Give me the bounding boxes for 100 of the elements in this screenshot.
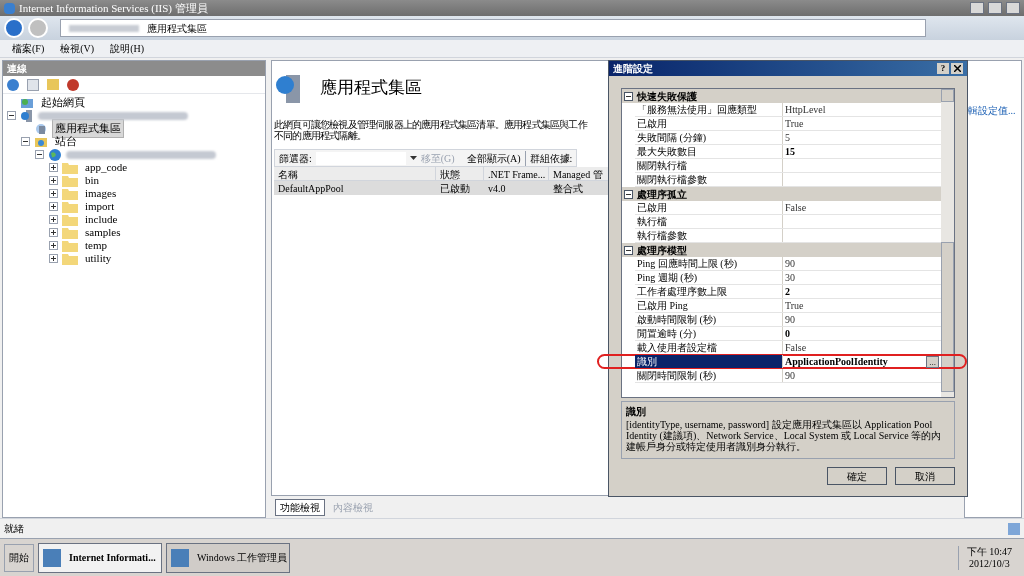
expander-icon[interactable]	[21, 137, 30, 146]
property-value[interactable]: False	[783, 202, 809, 213]
property-value[interactable]: True	[783, 300, 806, 311]
property-value[interactable]: ApplicationPoolIdentity	[783, 356, 890, 367]
status-text: 就緒	[4, 522, 24, 536]
collapse-icon[interactable]	[624, 189, 633, 199]
expander-icon[interactable]	[49, 228, 58, 237]
group-by-label: 群組依據:	[524, 150, 573, 166]
filter-field[interactable]	[315, 151, 406, 165]
property-name[interactable]: 「服務無法使用」回應類型	[635, 103, 783, 116]
save-icon[interactable]	[27, 78, 39, 91]
expander-icon[interactable]	[7, 111, 16, 120]
property-value[interactable]: 0	[783, 328, 792, 339]
property-name[interactable]: 閒置逾時 (分)	[635, 327, 783, 340]
property-name[interactable]: 關閉執行檔	[635, 159, 783, 172]
folder-icon	[62, 226, 78, 239]
menu-item[interactable]: 檢視(V)	[60, 41, 95, 56]
description-text: [identityType, username, password] 設定應用程式集區以 Application Pool Identity (建議項)、Network Service、Local System 或 Local Service 等的內建帳戶身分或特定使用者識別身分執行。	[626, 419, 943, 452]
property-name[interactable]: 執行檔	[635, 215, 783, 228]
tree-item[interactable]: images	[82, 184, 120, 203]
dialog-button[interactable]: 確定	[827, 467, 887, 485]
scrollbar[interactable]	[941, 89, 954, 397]
description-title: 識別	[626, 405, 647, 419]
expander-icon[interactable]	[49, 254, 58, 263]
property-name[interactable]: 最大失敗數目	[635, 145, 783, 158]
close-icon[interactable]	[951, 63, 963, 74]
folder-icon	[62, 174, 78, 187]
back-button[interactable]	[4, 18, 24, 38]
maximize-button[interactable]	[988, 2, 1002, 14]
property-name[interactable]: 載入使用者設定檔	[635, 341, 783, 354]
clock-time: 下午 10:47	[966, 545, 1012, 558]
property-name[interactable]: 工作者處理序數上限	[635, 285, 783, 298]
taskbar-button[interactable]: Internet Informati...	[38, 542, 162, 573]
window-title: Internet Information Services (IIS) 管理員	[19, 0, 208, 16]
section-title: 快速失敗保護	[637, 89, 697, 104]
clock[interactable]: 下午 10:47 2012/10/3	[957, 545, 1020, 570]
table-cell-text: 整合式	[552, 182, 584, 195]
view-tab[interactable]: 功能檢視	[275, 498, 325, 516]
property-name[interactable]: 已啟用	[635, 117, 783, 130]
address-bar[interactable]: 應用程式集區	[60, 19, 926, 37]
folder-icon	[62, 187, 78, 200]
page-title: 應用程式集區	[320, 77, 422, 100]
property-value[interactable]: 90	[783, 314, 797, 325]
expander-icon[interactable]	[49, 163, 58, 172]
menu-item[interactable]: 說明(H)	[110, 41, 144, 56]
minimize-button[interactable]	[970, 2, 984, 14]
table-cell-text: DefaultAppPool	[277, 182, 345, 195]
property-name[interactable]: 失敗間隔 (分鐘)	[635, 131, 783, 144]
breadcrumb[interactable]: 應用程式集區	[147, 20, 207, 36]
property-value[interactable]: 90	[783, 370, 797, 381]
folder-icon	[62, 161, 78, 174]
property-name[interactable]: 關閉時間限制 (秒)	[635, 369, 783, 382]
expander-icon[interactable]	[49, 176, 58, 185]
expander-icon[interactable]	[49, 189, 58, 198]
tree-item[interactable]: samples	[82, 223, 124, 242]
dialog-button[interactable]: 取消	[895, 467, 955, 485]
dialog-title: 進階設定	[613, 62, 654, 76]
property-value[interactable]: 5	[783, 132, 792, 143]
folder-icon	[62, 239, 78, 252]
edit-settings-link[interactable]: 輯設定值...	[965, 105, 1016, 116]
expander-icon[interactable]	[49, 241, 58, 250]
menu-item[interactable]: 檔案(F)	[12, 41, 45, 56]
collapse-icon[interactable]	[624, 91, 633, 101]
property-value[interactable]: 15	[783, 146, 797, 157]
globe-icon	[48, 147, 62, 162]
folder-icon	[62, 252, 78, 265]
table-cell-text: 已啟動	[439, 182, 471, 195]
property-name[interactable]: Ping 週期 (秒)	[635, 271, 783, 284]
expander-icon[interactable]	[49, 215, 58, 224]
property-name[interactable]: 關閉執行檔參數	[635, 173, 783, 186]
column-header[interactable]: 狀態	[436, 167, 484, 180]
property-name[interactable]: 啟動時間限制 (秒)	[635, 313, 783, 326]
expander-icon[interactable]	[49, 202, 58, 211]
redacted-crumb	[69, 24, 139, 32]
property-name[interactable]: Ping 回應時間上限 (秒)	[635, 257, 783, 270]
property-name[interactable]: 執行檔參數	[635, 229, 783, 242]
property-name[interactable]: 識別	[635, 355, 783, 368]
column-header[interactable]: .NET Frame...	[484, 167, 549, 180]
collapse-icon[interactable]	[624, 245, 633, 255]
property-name[interactable]: 已啟用	[635, 201, 783, 214]
property-value[interactable]: True	[783, 118, 806, 129]
property-value[interactable]: 90	[783, 258, 797, 269]
start-button[interactable]: 開始	[4, 543, 34, 572]
property-name[interactable]: 已啟用 Ping	[635, 299, 783, 312]
server-icon	[20, 108, 34, 123]
property-value[interactable]: False	[783, 342, 809, 353]
help-button[interactable]: ?	[937, 63, 949, 74]
tree-item[interactable]: 起始網頁	[38, 93, 88, 112]
filter-label: 篩選器:	[279, 151, 312, 166]
property-value[interactable]: HttpLevel	[783, 104, 828, 115]
clock-date: 2012/10/3	[969, 557, 1010, 570]
tree-item[interactable]: app_code	[82, 158, 131, 177]
dropdown-icon[interactable]	[409, 156, 417, 160]
property-value[interactable]: 2	[783, 286, 792, 297]
column-header[interactable]: 名稱	[274, 167, 436, 180]
close-button[interactable]	[1006, 2, 1020, 14]
show-all-button[interactable]: 全部顯示(A)	[466, 150, 521, 166]
taskbar-button[interactable]: Windows 工作管理員	[166, 542, 290, 573]
expander-icon[interactable]	[35, 150, 44, 159]
property-value[interactable]: 30	[783, 272, 797, 283]
